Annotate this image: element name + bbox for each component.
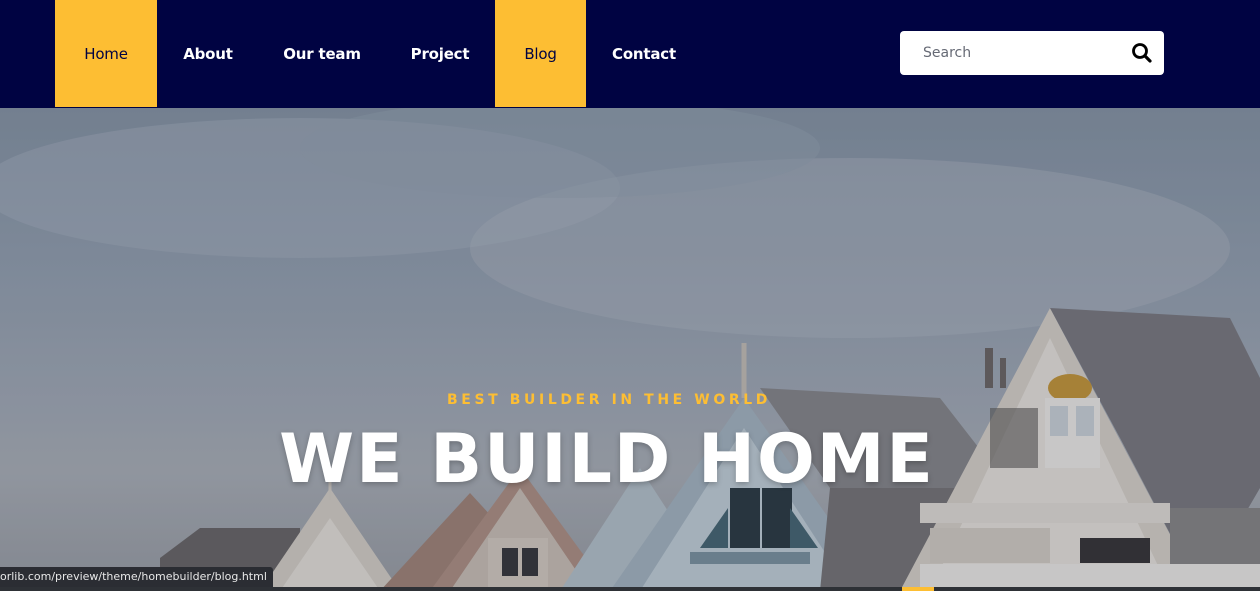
browser-status-bar-url: orlib.com/preview/theme/homebuilder/blog… [0, 567, 273, 587]
search-button[interactable] [1128, 39, 1156, 67]
search-icon [1132, 43, 1152, 63]
nav-item-our-team[interactable]: Our team [259, 0, 385, 107]
search-input[interactable] [900, 31, 1120, 75]
hero-overlay [0, 108, 1260, 591]
nav-item-home[interactable]: Home [55, 0, 157, 107]
nav-item-project[interactable]: Project [385, 0, 495, 107]
hero-title: WE BUILD HOME [279, 420, 935, 499]
hero-banner: BEST BUILDER IN THE WORLD WE BUILD HOME [0, 108, 1260, 591]
bottom-strip [0, 587, 1260, 591]
nav-item-about[interactable]: About [157, 0, 259, 107]
nav-item-contact[interactable]: Contact [586, 0, 702, 107]
search-box [900, 31, 1164, 75]
hero-subtitle: BEST BUILDER IN THE WORLD [447, 392, 771, 408]
top-navbar: Home About Our team Project Blog Contact [0, 0, 1260, 107]
nav-item-blog[interactable]: Blog [495, 0, 586, 107]
bottom-accent [902, 587, 934, 591]
